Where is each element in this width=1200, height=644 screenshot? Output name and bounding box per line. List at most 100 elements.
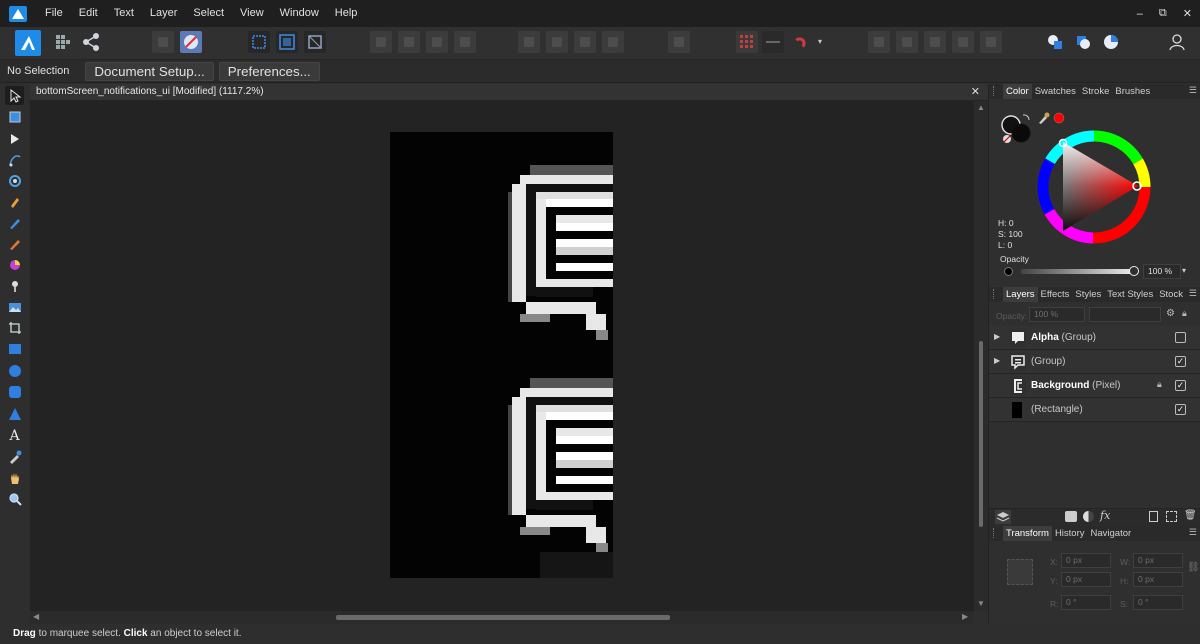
vector-brush-tool-icon[interactable]: [5, 234, 24, 253]
arrange-backward-icon[interactable]: [398, 31, 420, 53]
snapping-icon[interactable]: [180, 31, 202, 53]
canvas-area[interactable]: [30, 101, 974, 611]
magnet-icon[interactable]: [790, 31, 812, 53]
insert-behind-icon[interactable]: [1044, 31, 1066, 53]
panel-grip-icon[interactable]: [993, 528, 995, 538]
layer-settings-icon[interactable]: ⚙: [1166, 308, 1175, 319]
panel-menu-icon[interactable]: ☰: [1189, 527, 1197, 538]
adjustment-icon[interactable]: [1083, 511, 1094, 522]
color-picker-tool-icon[interactable]: [5, 447, 24, 466]
color-wheel[interactable]: [1037, 130, 1151, 244]
tab-history[interactable]: History: [1052, 526, 1088, 541]
corner-tool-icon[interactable]: [5, 171, 24, 190]
document-setup-button[interactable]: Document Setup...: [85, 61, 214, 81]
eyedropper-icon[interactable]: [1037, 111, 1069, 125]
designer-persona-icon[interactable]: [15, 30, 41, 56]
boolean-intersect-icon[interactable]: [924, 31, 946, 53]
layer-row-rectangle[interactable]: (Rectangle) ✓: [989, 398, 1200, 422]
menu-layer[interactable]: Layer: [142, 0, 186, 27]
transform-mode-icon[interactable]: [304, 31, 326, 53]
move-tool-icon[interactable]: [5, 86, 24, 105]
scroll-up-icon[interactable]: ▲: [977, 103, 985, 112]
tab-brushes[interactable]: Brushes: [1112, 84, 1153, 99]
text-tool-icon[interactable]: A: [5, 426, 24, 445]
tab-transform[interactable]: Transform: [1003, 526, 1052, 541]
flip-vertical-icon[interactable]: [546, 31, 568, 53]
expand-icon[interactable]: ▶: [994, 332, 1000, 341]
align-icon[interactable]: [668, 31, 690, 53]
document-tab[interactable]: bottomScreen_notifications_ui [Modified]…: [30, 84, 988, 101]
visibility-checkbox[interactable]: ✓: [1175, 380, 1186, 391]
tab-effects[interactable]: Effects: [1038, 287, 1073, 302]
rounded-rectangle-tool-icon[interactable]: [5, 382, 24, 401]
add-pixel-layer-icon[interactable]: [1166, 511, 1177, 522]
vertical-scroll-thumb[interactable]: [979, 341, 983, 527]
pencil-tool-icon[interactable]: [5, 213, 24, 232]
add-layer-icon[interactable]: [1149, 511, 1158, 522]
insert-inside-icon[interactable]: [1100, 31, 1122, 53]
tab-navigator[interactable]: Navigator: [1088, 526, 1135, 541]
layer-lock-icon[interactable]: 🔒︎: [1157, 379, 1162, 390]
point-transform-tool-icon[interactable]: [5, 150, 24, 169]
tab-stroke[interactable]: Stroke: [1079, 84, 1112, 99]
delete-layer-icon[interactable]: 🗑︎: [1184, 510, 1197, 521]
pixel-persona-icon[interactable]: [52, 31, 74, 53]
boolean-subtract-icon[interactable]: [896, 31, 918, 53]
opacity-slider[interactable]: [1021, 269, 1135, 274]
lock-icon[interactable]: 🔒︎: [1182, 308, 1187, 319]
close-document-button[interactable]: ✕: [971, 85, 980, 98]
document-icon[interactable]: [152, 31, 174, 53]
boolean-xor-icon[interactable]: [952, 31, 974, 53]
horizontal-scrollbar[interactable]: ◀ ▶: [30, 611, 974, 624]
mask-layer-icon[interactable]: [1065, 511, 1077, 522]
anchor-point-selector[interactable]: [1007, 559, 1033, 585]
restore-button[interactable]: ⧉: [1159, 7, 1167, 20]
tab-layers[interactable]: Layers: [1003, 287, 1038, 302]
visibility-checkbox[interactable]: ✓: [1175, 404, 1186, 415]
layer-row-group[interactable]: ▶ (Group) ✓: [989, 350, 1200, 374]
panel-menu-icon[interactable]: ☰: [1189, 85, 1197, 96]
panel-grip-icon[interactable]: [993, 289, 995, 299]
layer-opacity-input[interactable]: 100 %: [1029, 307, 1085, 322]
artboard-tool-icon[interactable]: [5, 107, 24, 126]
crop-tool-icon[interactable]: [5, 318, 24, 337]
opacity-slider-handle[interactable]: [1129, 266, 1139, 276]
ellipse-tool-icon[interactable]: [5, 361, 24, 380]
snap-options-icon[interactable]: [762, 31, 784, 53]
pen-tool-icon[interactable]: [5, 192, 24, 211]
tab-color[interactable]: Color: [1003, 84, 1032, 99]
rectangle-tool-icon[interactable]: [5, 339, 24, 358]
boolean-divide-icon[interactable]: [980, 31, 1002, 53]
menu-text[interactable]: Text: [106, 0, 142, 27]
place-image-tool-icon[interactable]: [5, 297, 24, 316]
scroll-left-icon[interactable]: ◀: [33, 612, 39, 621]
insert-top-icon[interactable]: [1072, 31, 1094, 53]
scroll-down-icon[interactable]: ▼: [977, 599, 985, 608]
flip-horizontal-icon[interactable]: [518, 31, 540, 53]
tab-text-styles[interactable]: Text Styles: [1104, 287, 1156, 302]
width-input[interactable]: 0 px: [1133, 553, 1183, 568]
rotate-left-icon[interactable]: [574, 31, 596, 53]
height-input[interactable]: 0 px: [1133, 572, 1183, 587]
select-all-icon[interactable]: [248, 31, 270, 53]
expand-icon[interactable]: ▶: [994, 356, 1000, 365]
shear-input[interactable]: 0 °: [1133, 595, 1183, 610]
menu-edit[interactable]: Edit: [71, 0, 106, 27]
scroll-right-icon[interactable]: ▶: [962, 612, 968, 621]
arrange-forward-icon[interactable]: [426, 31, 448, 53]
layers-stack-icon[interactable]: [995, 510, 1011, 524]
layer-row-alpha[interactable]: ▶ Alpha (Group): [989, 326, 1200, 350]
rotation-input[interactable]: 0 °: [1061, 595, 1111, 610]
node-tool-icon[interactable]: [5, 129, 24, 148]
boolean-add-icon[interactable]: [868, 31, 890, 53]
triangle-tool-icon[interactable]: [5, 404, 24, 423]
rotate-right-icon[interactable]: [602, 31, 624, 53]
transparency-tool-icon[interactable]: [5, 276, 24, 295]
menu-file[interactable]: File: [37, 0, 71, 27]
minimize-button[interactable]: –: [1137, 8, 1143, 20]
menu-view[interactable]: View: [232, 0, 272, 27]
visibility-checkbox[interactable]: [1175, 332, 1186, 343]
blend-mode-select[interactable]: [1089, 307, 1161, 322]
export-persona-icon[interactable]: [80, 31, 102, 53]
arrange-back-icon[interactable]: [370, 31, 392, 53]
